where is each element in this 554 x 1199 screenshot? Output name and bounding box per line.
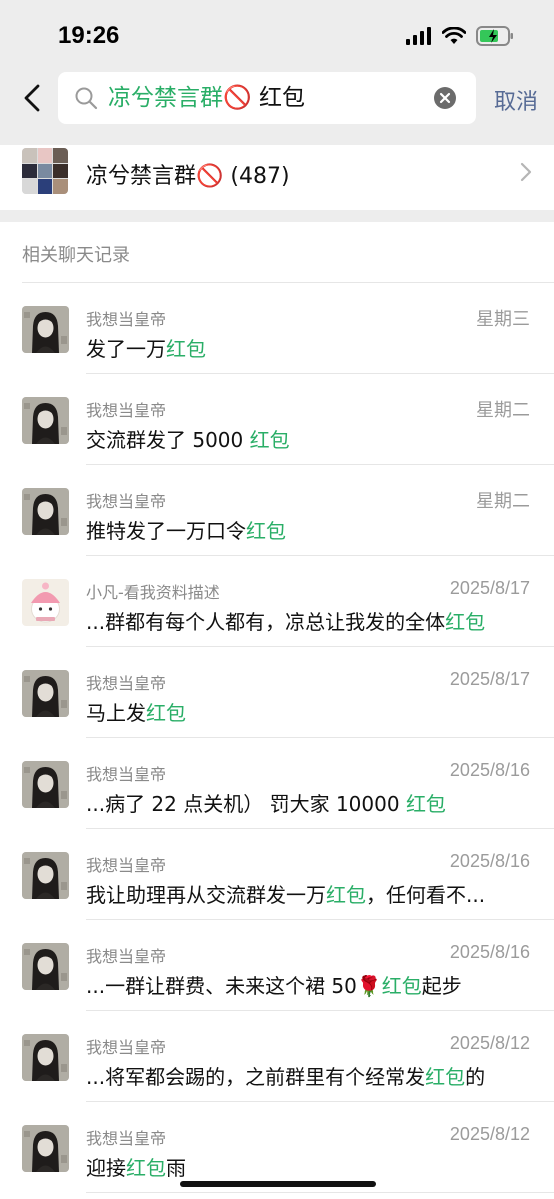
snippet-text: 发了一万 [86,337,166,361]
message-date: 星期二 [476,491,530,511]
snippet-keyword-highlight: 红包 [326,883,366,907]
snippet-keyword-highlight: 红包 [381,974,422,998]
snippet-text: 雨 [166,1156,186,1180]
search-query[interactable]: 凉兮禁言群🚫 红包 [108,84,305,112]
close-icon [439,92,451,104]
message-date: 2025/8/17 [449,669,530,689]
snippet-keyword-highlight: 红包 [146,701,186,725]
message-result-item[interactable]: 我想当皇帝 2025/8/16 ...病了 22 点关机） 罚大家 10000 红包 [0,738,554,829]
section-title: 相关聊天记录 [22,245,130,266]
message-result-item[interactable]: 我想当皇帝 2025/8/16 我让助理再从交流群发一万红包，任何看不... [0,829,554,920]
message-snippet: 推特发了一万口令红包 [86,515,526,544]
avatar [22,1034,69,1081]
message-result-item[interactable]: 小凡-看我资料描述 2025/8/17 ...群都有每个人都有，凉总让我发的全体红包 [0,556,554,647]
snippet-keyword-highlight: 红包 [166,337,206,361]
divider [86,1192,554,1193]
status-icons [406,25,514,47]
group-avatar [22,148,68,194]
snippet-text: ，任何看不... [366,883,486,907]
message-snippet: ...一群让群费、未来这个裙 50🌹红包起步 [86,970,526,999]
avatar [22,943,69,990]
message-sender: 我想当皇帝 [86,492,167,511]
avatar [22,579,69,626]
snippet-text: 迎接 [86,1156,126,1180]
chevron-right-icon [520,162,532,182]
message-date: 2025/8/12 [449,1033,530,1053]
search-header: 凉兮禁言群🚫 红包 取消 [0,70,554,145]
avatar [22,670,69,717]
message-snippet: 马上发红包 [86,697,526,726]
avatar [22,761,69,808]
message-snippet: 发了一万红包 [86,333,526,362]
message-snippet: ...群都有每个人都有，凉总让我发的全体红包 [86,606,526,635]
message-snippet: 交流群发了 5000 红包 [86,424,526,453]
wifi-icon [442,27,466,44]
message-result-item[interactable]: 我想当皇帝 2025/8/16 ...一群让群费、未来这个裙 50🌹红包起步 [0,920,554,1011]
snippet-text: 起步 [421,974,462,998]
search-icon [75,87,98,110]
message-date: 2025/8/16 [449,851,530,871]
message-sender: 小凡-看我资料描述 [86,583,220,602]
snippet-text: ...将军都会踢的，之前群里有个经常发 [86,1065,426,1089]
search-input[interactable]: 凉兮禁言群🚫 红包 [58,72,476,124]
avatar [22,852,69,899]
message-date: 2025/8/16 [449,942,530,962]
snippet-text: ...病了 22 点关机） 罚大家 10000 [86,792,406,816]
snippet-text: ...群都有每个人都有，凉总让我发的全体 [86,610,446,634]
message-date: 2025/8/16 [449,760,530,780]
message-date: 星期三 [476,309,530,329]
message-result-item[interactable]: 我想当皇帝 2025/8/12 迎接红包雨 [0,1102,554,1193]
message-sender: 我想当皇帝 [86,1038,167,1057]
home-indicator [180,1181,376,1187]
message-sender: 我想当皇帝 [86,674,167,693]
message-sender: 我想当皇帝 [86,1129,167,1148]
message-sender: 我想当皇帝 [86,856,167,875]
snippet-text: 马上发 [86,701,146,725]
message-snippet: 我让助理再从交流群发一万红包，任何看不... [86,879,526,908]
snippet-text: 交流群发了 5000 [86,428,250,452]
message-date: 2025/8/12 [449,1124,530,1144]
message-result-item[interactable]: 我想当皇帝 2025/8/17 马上发红包 [0,647,554,738]
message-date: 星期二 [476,400,530,420]
message-result-item[interactable]: 我想当皇帝 星期二推特发了一万口令红包 [0,465,554,556]
snippet-text: 推特发了一万口令 [86,519,246,543]
avatar [22,397,69,444]
snippet-text: ...一群让群费、未来这个裙 50🌹 [86,974,382,998]
message-sender: 我想当皇帝 [86,401,167,420]
message-result-item[interactable]: 我想当皇帝 星期三发了一万红包 [0,283,554,374]
snippet-keyword-highlight: 红包 [249,428,290,452]
avatar [22,488,69,535]
cancel-button[interactable]: 取消 [494,84,538,116]
status-time: 19:26 [58,22,120,49]
message-sender: 我想当皇帝 [86,947,167,966]
group-result[interactable]: 凉兮禁言群🚫 (487) [0,145,554,210]
search-query-group: 凉兮禁言群🚫 [108,85,252,111]
snippet-keyword-highlight: 红包 [246,519,286,543]
cellular-signal-icon [406,27,431,45]
message-sender: 我想当皇帝 [86,765,167,784]
section-separator [0,210,554,222]
group-name: 凉兮禁言群🚫 (487) [86,164,290,189]
avatar [22,306,69,353]
message-result-item[interactable]: 我想当皇帝 星期二交流群发了 5000 红包 [0,374,554,465]
snippet-keyword-highlight: 红包 [445,610,486,634]
message-date: 2025/8/17 [449,578,530,598]
message-result-item[interactable]: 我想当皇帝 2025/8/12 ...将军都会踢的，之前群里有个经常发红包的 [0,1011,554,1102]
back-chevron-icon[interactable] [18,82,48,114]
snippet-keyword-highlight: 红包 [425,1065,466,1089]
snippet-keyword-highlight: 红包 [126,1156,166,1180]
search-query-keyword: 红包 [251,85,305,111]
snippet-text: 我让助理再从交流群发一万 [86,883,326,907]
message-snippet: ...将军都会踢的，之前群里有个经常发红包的 [86,1061,526,1090]
avatar [22,1125,69,1172]
snippet-keyword-highlight: 红包 [405,792,446,816]
battery-charging-icon [476,26,513,46]
clear-search-button[interactable] [434,87,456,109]
message-snippet: 迎接红包雨 [86,1152,526,1181]
status-bar: 19:26 [0,0,554,70]
message-snippet: ...病了 22 点关机） 罚大家 10000 红包 [86,788,526,817]
message-sender: 我想当皇帝 [86,310,167,329]
snippet-text: 的 [465,1065,486,1089]
